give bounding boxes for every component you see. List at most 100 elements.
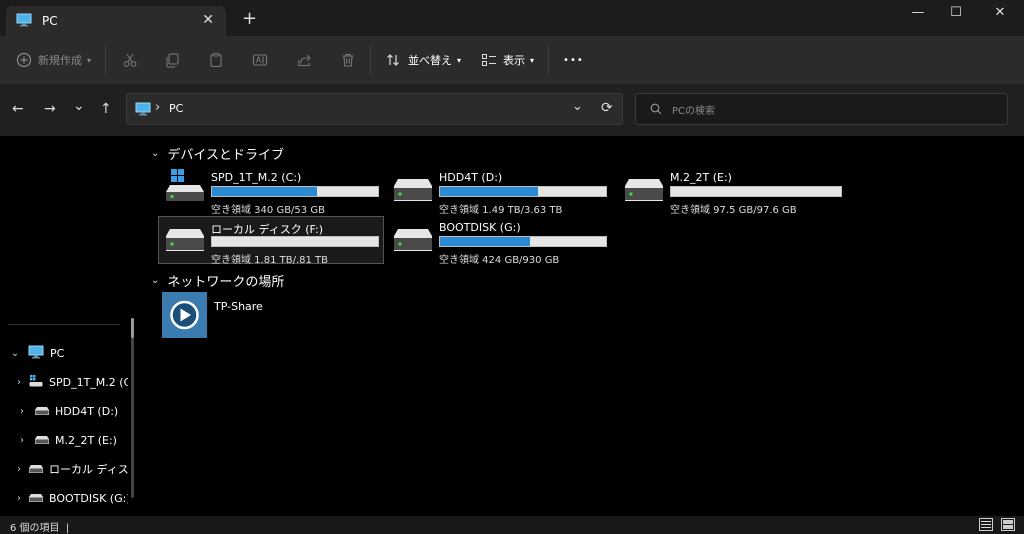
group-title: デバイスとドライブ [167, 148, 285, 163]
sidebar-item-pc[interactable]: ⌄ PC [0, 342, 128, 364]
sidebar-item-label: HDD4T (D:) [55, 404, 119, 418]
back-button[interactable]: ← [12, 102, 24, 116]
address-dropdown-icon[interactable]: ⌄ [572, 99, 583, 114]
forward-button[interactable]: → [44, 102, 56, 116]
rename-icon [252, 52, 268, 68]
more-options-button[interactable]: ••• [563, 44, 584, 76]
sidebar-item-label: SPD_1T_M.2 (C [49, 375, 128, 389]
monitor-icon [28, 345, 44, 362]
minimize-button[interactable]: — [903, 4, 933, 22]
sort-arrows-icon [385, 52, 401, 68]
close-tab-icon[interactable]: ✕ [202, 13, 214, 27]
share-button[interactable] [296, 44, 312, 76]
scissors-icon [122, 52, 138, 68]
trash-icon [340, 52, 356, 68]
chevron-right-icon[interactable]: › [17, 406, 27, 417]
breadcrumb-pc[interactable]: PC [169, 102, 183, 115]
sidebar-item-label: PC [50, 346, 65, 360]
sidebar-item-label: M.2_2T (E:) [55, 433, 117, 447]
plus-circle-icon [16, 52, 32, 68]
drive-name: ローカル ディスク (F:) [211, 223, 323, 236]
maximize-button[interactable]: ☐ [941, 4, 971, 22]
chevron-right-icon[interactable]: › [17, 377, 21, 388]
sidebar-item-label: BOOTDISK (G:) [49, 491, 128, 505]
drive-tile-f[interactable]: ローカル ディスク (F:) 空き領域 1.81 TB/.81 TB [158, 216, 384, 266]
drive-usage-fill [212, 187, 317, 196]
search-box[interactable]: PCの検索 [635, 93, 1008, 125]
drive-usage-fill [440, 187, 538, 196]
drive-tile-e[interactable]: M.2_2T (E:) 空き領域 97.5 GB/97.6 GB [617, 166, 843, 216]
drive-icon [164, 229, 206, 254]
sidebar-item-drive-c[interactable]: › SPD_1T_M.2 (C [0, 371, 128, 393]
windows-drive-icon [29, 374, 43, 390]
sidebar-item-drive-d[interactable]: › HDD4T (D:) [0, 400, 128, 422]
drive-icon [29, 492, 43, 505]
drive-free-space: 空き領域 1.81 TB/.81 TB [211, 255, 329, 266]
sidebar-scroll-thumb[interactable] [131, 318, 134, 338]
cut-button[interactable] [122, 44, 138, 76]
details-view-button[interactable] [979, 518, 993, 531]
breadcrumb-chevron-icon[interactable]: › [155, 100, 160, 115]
new-button[interactable]: 新規作成 ▾ [16, 44, 91, 76]
group-title: ネットワークの場所 [167, 275, 285, 290]
sort-label: 並べ替え [408, 54, 453, 67]
delete-button[interactable] [340, 44, 356, 76]
new-label: 新規作成 [38, 54, 82, 67]
drive-usage-bar [211, 236, 379, 247]
refresh-icon[interactable]: ⟳ [601, 100, 613, 116]
sidebar-item-drive-e[interactable]: › M.2_2T (E:) [0, 429, 128, 451]
drive-free-space: 空き領域 97.5 GB/97.6 GB [670, 205, 797, 216]
address-bar[interactable]: › PC ⌄ ⟳ [126, 93, 623, 125]
chevron-right-icon[interactable]: › [17, 464, 21, 475]
drive-tile-g[interactable]: BOOTDISK (G:) 空き領域 424 GB/930 GB [386, 216, 612, 266]
recent-locations-button[interactable]: ⌄ [73, 99, 85, 113]
monitor-icon [16, 13, 32, 30]
chevron-down-icon[interactable]: ⌄ [151, 275, 159, 286]
drive-name: HDD4T (D:) [439, 171, 503, 184]
sort-button[interactable]: 並べ替え ▾ [385, 44, 461, 76]
sidebar-item-label: ローカル ディスク [49, 463, 128, 476]
separator [370, 45, 372, 75]
chevron-down-icon: ▾ [530, 55, 535, 65]
drive-usage-fill [440, 237, 530, 246]
separator [548, 45, 550, 75]
tiles-view-button[interactable] [1001, 518, 1015, 531]
copy-icon [164, 52, 180, 68]
chevron-down-icon[interactable]: ⌄ [151, 148, 159, 159]
chevron-right-icon[interactable]: › [17, 435, 27, 446]
network-item-tp-share[interactable]: TP-Share [162, 292, 382, 338]
drive-tile-c[interactable]: SPD_1T_M.2 (C:) 空き領域 340 GB/53 GB [158, 166, 384, 216]
search-icon [650, 103, 662, 118]
drive-free-space: 空き領域 340 GB/53 GB [211, 205, 325, 216]
drive-icon [392, 229, 434, 254]
new-tab-button[interactable]: + [242, 10, 257, 28]
media-server-icon [162, 292, 207, 341]
clipboard-icon [208, 52, 224, 68]
up-button[interactable]: ↑ [100, 102, 112, 116]
copy-button[interactable] [164, 44, 180, 76]
network-item-name: TP-Share [214, 300, 263, 313]
share-icon [296, 52, 312, 68]
sidebar-item-drive-g[interactable]: › BOOTDISK (G:) [0, 487, 128, 509]
paste-button[interactable] [208, 44, 224, 76]
drive-icon [35, 434, 49, 447]
chevron-right-icon[interactable]: › [17, 493, 21, 504]
status-bar: 6 個の項目 | [0, 516, 1024, 534]
separator [105, 45, 107, 75]
drive-icon [29, 463, 43, 476]
chevron-down-icon[interactable]: ⌄ [10, 348, 20, 359]
window-close-button[interactable]: ✕ [985, 4, 1015, 22]
monitor-icon [135, 102, 151, 119]
view-button[interactable]: 表示 ▾ [481, 44, 534, 76]
tab-pc[interactable]: PC ✕ [6, 6, 226, 36]
drive-name: M.2_2T (E:) [670, 171, 732, 184]
command-bar: 新規作成 ▾ 並べ替え ▾ 表示 ▾ ••• [0, 36, 1024, 84]
title-bar: PC ✕ + — ☐ ✕ [0, 0, 1024, 36]
group-devices-and-drives[interactable]: ⌄ デバイスとドライブ [151, 144, 284, 163]
sidebar-scrollbar[interactable] [131, 318, 134, 498]
search-placeholder: PCの検索 [672, 106, 716, 117]
sidebar-item-drive-f[interactable]: › ローカル ディスク [0, 458, 128, 480]
group-network-locations[interactable]: ⌄ ネットワークの場所 [151, 271, 284, 290]
drive-tile-d[interactable]: HDD4T (D:) 空き領域 1.49 TB/3.63 TB [386, 166, 612, 216]
rename-button[interactable] [252, 44, 268, 76]
